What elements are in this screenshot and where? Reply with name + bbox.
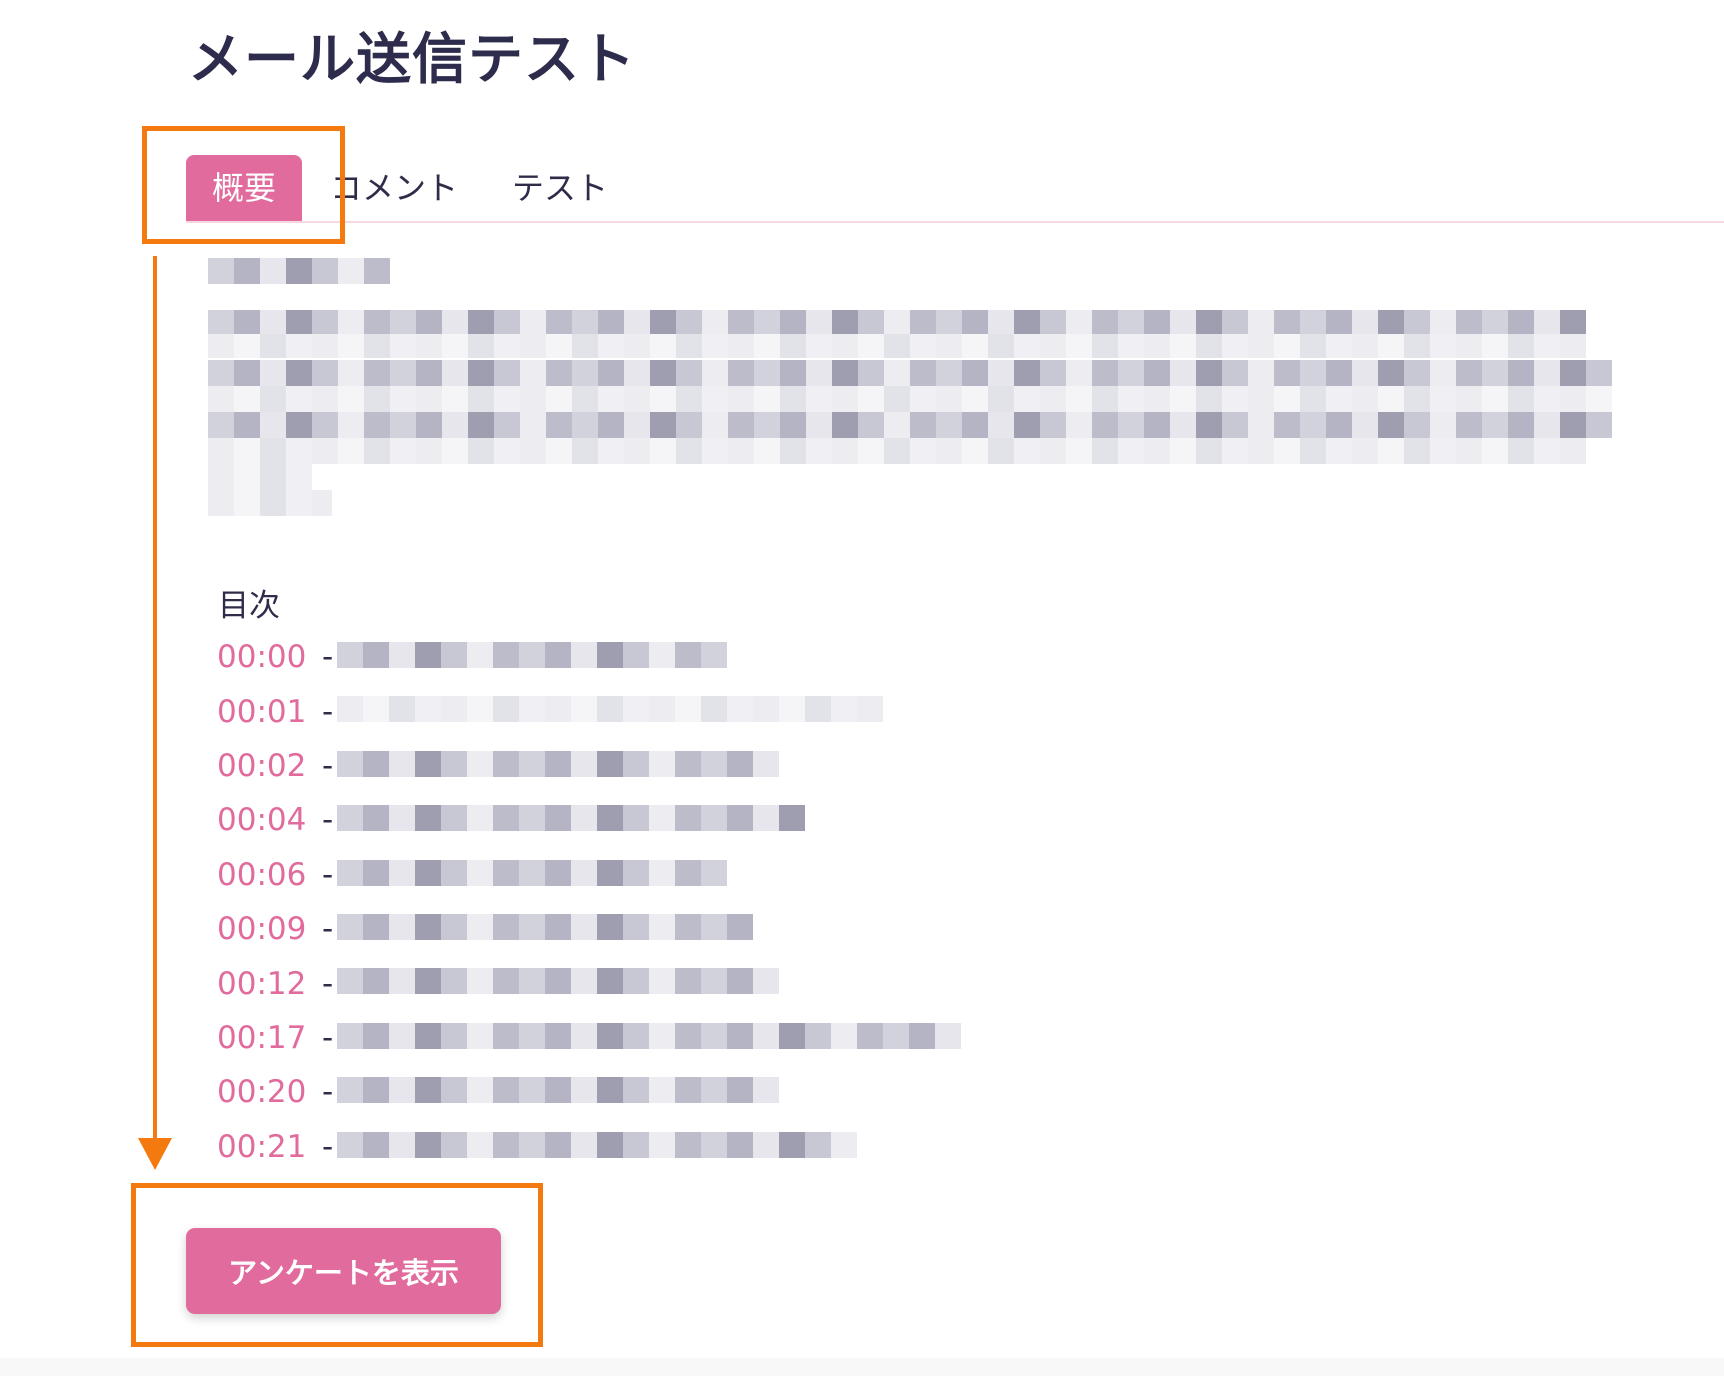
toc-item: 00:12 - xyxy=(217,956,779,1010)
toc-timestamp-link[interactable]: 00:17 xyxy=(217,1020,312,1056)
toc-separator: - xyxy=(322,1019,334,1056)
annotation-arrow-line xyxy=(153,256,157,1144)
tab-test[interactable]: テスト xyxy=(512,155,608,221)
toc-timestamp-link[interactable]: 00:00 xyxy=(217,639,312,675)
toc-item: 00:04 - xyxy=(217,793,805,847)
bottom-edge xyxy=(0,1358,1724,1376)
toc-item: 00:00 - xyxy=(217,630,727,684)
redacted-text-line xyxy=(208,310,1586,334)
toc-separator: - xyxy=(322,856,334,893)
toc-timestamp-link[interactable]: 00:09 xyxy=(217,911,312,947)
arrow-down-icon xyxy=(138,1138,172,1170)
toc-timestamp-link[interactable]: 00:06 xyxy=(217,857,312,893)
redacted-chapter-title xyxy=(337,805,805,832)
toc-item: 00:06 - xyxy=(217,848,727,902)
toc-item: 00:17 - xyxy=(217,1011,961,1065)
toc-item: 00:09 - xyxy=(217,902,753,956)
toc-item: 00:01 - xyxy=(217,684,883,738)
toc-separator: - xyxy=(322,1128,334,1165)
toc-item: 00:21 - xyxy=(217,1120,857,1174)
highlight-box-button xyxy=(131,1183,543,1347)
redacted-text-line xyxy=(208,412,1612,438)
toc-heading: 目次 xyxy=(218,588,280,624)
tab-underline xyxy=(186,221,1724,223)
toc-timestamp-link[interactable]: 00:04 xyxy=(217,802,312,838)
toc-timestamp-link[interactable]: 00:01 xyxy=(217,694,312,730)
redacted-text-line xyxy=(208,360,1612,386)
page-title: メール送信テスト xyxy=(188,27,637,91)
redacted-text-line xyxy=(208,386,1612,412)
redacted-chapter-title xyxy=(337,750,779,777)
redacted-chapter-title xyxy=(337,1022,961,1049)
redacted-text-line xyxy=(208,334,1586,358)
toc-timestamp-link[interactable]: 00:02 xyxy=(217,748,312,784)
toc-timestamp-link[interactable]: 00:21 xyxy=(217,1129,312,1165)
highlight-box-tab xyxy=(142,126,345,244)
redacted-chapter-title xyxy=(337,913,753,940)
redacted-chapter-title xyxy=(337,1077,779,1104)
redacted-chapter-title xyxy=(337,1131,857,1158)
toc-timestamp-link[interactable]: 00:12 xyxy=(217,966,312,1002)
toc-separator: - xyxy=(322,802,334,839)
redacted-text-line xyxy=(208,464,312,490)
redacted-chapter-title xyxy=(337,859,727,886)
toc-separator: - xyxy=(322,911,334,948)
toc-item: 00:02 - xyxy=(217,739,779,793)
tab-comments[interactable]: コメント xyxy=(330,155,456,221)
redacted-chapter-title xyxy=(337,696,883,723)
toc-timestamp-link[interactable]: 00:20 xyxy=(217,1074,312,1110)
redacted-chapter-title xyxy=(337,642,727,668)
toc-item: 00:20 - xyxy=(217,1065,779,1119)
toc-separator: - xyxy=(322,639,334,676)
toc-separator: - xyxy=(322,747,334,784)
toc-separator: - xyxy=(322,1074,334,1111)
redacted-chapter-title xyxy=(337,968,779,995)
toc-list: 00:00 - 00:01 - 00:02 - 00:04 - 00:06 - … xyxy=(217,630,961,1174)
redacted-text-line xyxy=(208,490,332,516)
toc-separator: - xyxy=(322,965,334,1002)
redacted-text-line xyxy=(208,438,1586,464)
toc-separator: - xyxy=(322,693,334,730)
redacted-subtitle xyxy=(208,258,390,284)
